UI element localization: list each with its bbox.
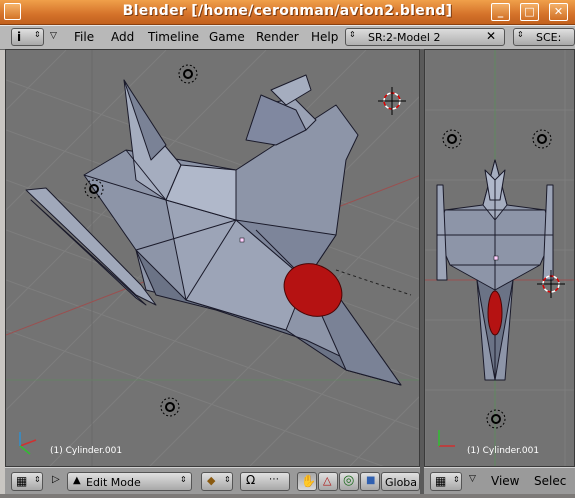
- chevron-updown-icon: ⇕: [34, 30, 41, 39]
- lamp-icon[interactable]: [532, 129, 552, 149]
- chevron-updown-icon: ⇕: [453, 475, 460, 484]
- scene-name[interactable]: SCE:: [536, 31, 561, 44]
- 3d-cursor-icon[interactable]: [537, 270, 565, 298]
- menu-game[interactable]: Game: [209, 30, 245, 44]
- menu-help[interactable]: Help: [311, 30, 338, 44]
- cube-icon: ◆: [207, 474, 216, 487]
- menu-add[interactable]: Add: [111, 30, 134, 44]
- editor-type-selector[interactable]: ▦ ⇕: [11, 472, 43, 491]
- chevron-updown-icon: ⇕: [517, 30, 524, 39]
- maximize-button[interactable]: □: [520, 3, 539, 21]
- mode-selector[interactable]: ▲ Edit Mode ⇕: [67, 472, 192, 491]
- chevron-updown-icon: ⇕: [34, 475, 41, 484]
- object-label: (1) Cylinder.001: [50, 446, 123, 456]
- collapse-arrow-icon[interactable]: ▽: [50, 31, 57, 41]
- viewport-right-canvas[interactable]: [425, 50, 575, 467]
- triangle-icon: △: [323, 474, 332, 487]
- edit-mode-icon: ▲: [73, 475, 81, 486]
- editor-type-selector[interactable]: i ⇕: [11, 28, 44, 46]
- axis-gizmo-icon: [438, 430, 455, 447]
- dashed-relationship-line: [335, 269, 412, 296]
- close-icon[interactable]: ✕: [486, 29, 496, 43]
- orientation-label[interactable]: Globa: [385, 476, 417, 489]
- hand-tool-button[interactable]: ✋: [297, 472, 317, 491]
- hand-icon: ✋: [301, 474, 316, 488]
- object-label: (1) Cylinder.001: [467, 446, 540, 456]
- screen-selector[interactable]: ⇕ SR:2-Model 2 ✕: [345, 28, 505, 46]
- menu-timeline[interactable]: Timeline: [148, 30, 199, 44]
- menu-render[interactable]: Render: [256, 30, 299, 44]
- chevron-updown-icon: ⇕: [224, 475, 231, 484]
- expand-arrow-icon[interactable]: ▷: [52, 474, 60, 485]
- ring-icon: ◎: [343, 473, 355, 488]
- orientation-selector[interactable]: Globa: [381, 472, 420, 491]
- title-bar: Blender [/home/ceronman/avion2.blend] _ …: [0, 0, 575, 25]
- close-window-button[interactable]: ✕: [549, 3, 568, 21]
- 3d-cursor-icon[interactable]: [378, 87, 406, 115]
- rotate-tool-button[interactable]: △: [318, 472, 338, 491]
- minimize-button[interactable]: _: [491, 3, 510, 21]
- lamp-icon[interactable]: [486, 409, 506, 429]
- scene-selector[interactable]: ⇕ SCE:: [513, 28, 575, 46]
- square-icon: ■: [366, 475, 376, 486]
- menu-bar: i ⇕ ▽ File Add Timeline Game Render Help…: [0, 25, 575, 50]
- dotted-grid-icon: ⋯: [269, 474, 279, 485]
- axis-gizmo-icon: [19, 432, 37, 455]
- right-viewport-header: ▦ ⇕ ▽ View Selec: [424, 467, 575, 495]
- mode-label[interactable]: Edit Mode: [86, 476, 141, 489]
- window-bottom-border: [0, 494, 575, 498]
- aircraft-mesh-top[interactable]: [436, 159, 554, 381]
- snap-icon: Ω: [246, 473, 256, 487]
- pivot-selector[interactable]: Ω ⋯: [240, 472, 290, 491]
- left-viewport-header: ▦ ⇕ ▷ ▲ Edit Mode ⇕ ◆ ⇕ Ω ⋯ ✋ △ ◎ ■ Glob…: [5, 467, 420, 495]
- info-icon: i: [17, 30, 22, 44]
- object-origin[interactable]: [239, 237, 245, 243]
- collapse-arrow-icon[interactable]: ▽: [469, 474, 476, 484]
- lamp-icon[interactable]: [442, 129, 462, 149]
- editor-type-selector[interactable]: ▦ ⇕: [430, 472, 462, 491]
- grid-icon: ▦: [16, 474, 28, 488]
- menu-file[interactable]: File: [74, 30, 94, 44]
- chevron-updown-icon: ⇕: [349, 30, 356, 39]
- lamp-icon[interactable]: [160, 397, 180, 417]
- lamp-icon[interactable]: [178, 64, 198, 84]
- 3d-viewport-left[interactable]: (1) Cylinder.001: [5, 49, 420, 467]
- 3d-viewport-right[interactable]: (1) Cylinder.001: [424, 49, 575, 467]
- viewport-left-canvas[interactable]: [6, 50, 420, 467]
- manipulator-button[interactable]: ■: [360, 472, 380, 491]
- window-title: Blender [/home/ceronman/avion2.blend]: [122, 3, 453, 19]
- menu-view[interactable]: View: [491, 474, 519, 488]
- screen-name[interactable]: SR:2-Model 2: [368, 31, 440, 44]
- grid-icon: ▦: [435, 474, 447, 488]
- menu-select[interactable]: Selec: [534, 474, 566, 488]
- aircraft-mesh[interactable]: [25, 74, 402, 386]
- scale-tool-button[interactable]: ◎: [339, 472, 359, 491]
- object-origin[interactable]: [493, 255, 499, 261]
- cockpit-red[interactable]: [487, 290, 503, 336]
- chevron-updown-icon: ⇕: [180, 475, 187, 484]
- draw-type-selector[interactable]: ◆ ⇕: [201, 472, 233, 491]
